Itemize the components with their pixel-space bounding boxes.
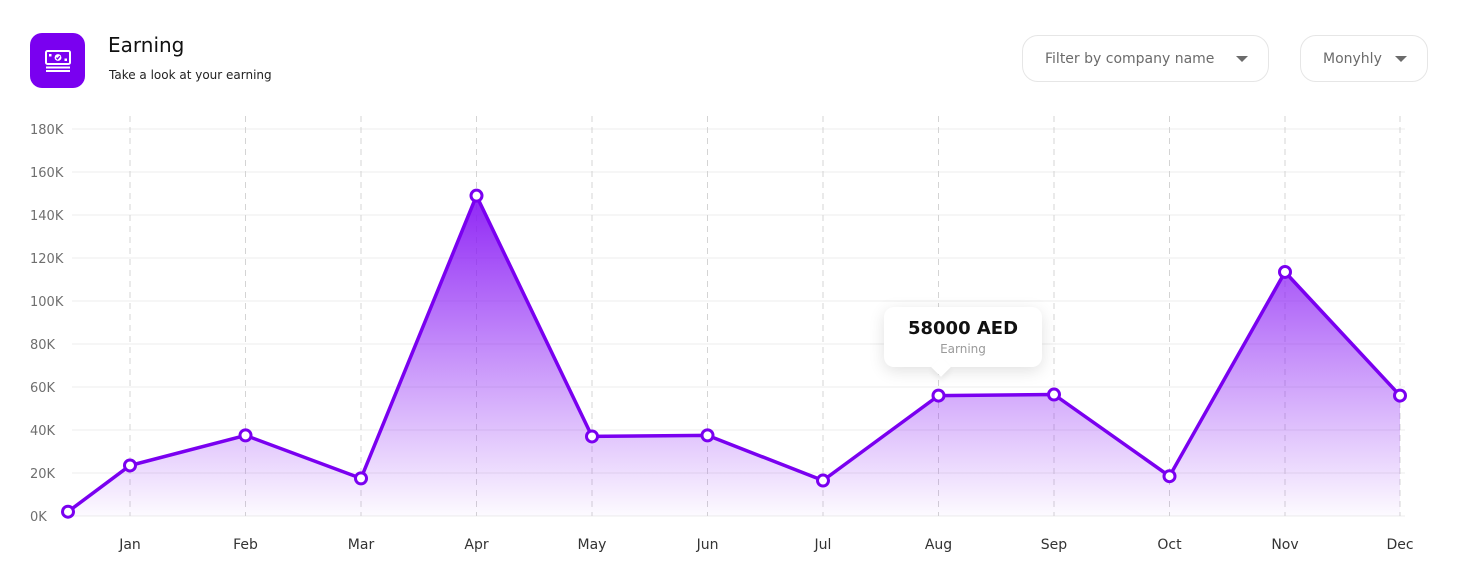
x-tick-label: Feb bbox=[233, 537, 258, 553]
y-tick-label: 120K bbox=[30, 252, 64, 267]
x-tick-label: Mar bbox=[348, 537, 375, 553]
data-point[interactable] bbox=[354, 471, 368, 486]
x-tick-label: May bbox=[578, 537, 607, 553]
y-tick-label: 180K bbox=[30, 123, 64, 138]
earning-area bbox=[68, 195, 1400, 516]
y-tick-label: 80K bbox=[30, 338, 56, 353]
x-tick-label: Jan bbox=[118, 537, 141, 553]
data-point[interactable] bbox=[931, 388, 946, 403]
data-point[interactable] bbox=[1047, 387, 1061, 402]
data-point[interactable] bbox=[123, 458, 137, 473]
y-tick-label: 140K bbox=[30, 209, 64, 224]
tooltip-value: 58000 AED bbox=[907, 318, 1019, 339]
x-tick-label: Aug bbox=[925, 537, 952, 553]
data-point[interactable] bbox=[585, 429, 599, 444]
x-tick-label: Apr bbox=[464, 537, 488, 553]
data-point[interactable] bbox=[816, 473, 830, 488]
x-tick-label: Sep bbox=[1041, 537, 1068, 553]
data-point[interactable] bbox=[1162, 469, 1177, 484]
data-point[interactable] bbox=[238, 428, 253, 443]
data-point[interactable] bbox=[700, 428, 715, 443]
earning-tooltip: 58000 AED Earning bbox=[884, 307, 1042, 377]
y-tick-label: 0K bbox=[30, 510, 47, 525]
y-axis: 0K 20K 40K 60K 80K 100K 120K 140K 160K 180K bbox=[30, 123, 64, 525]
data-point[interactable] bbox=[61, 504, 75, 519]
tooltip-label: Earning bbox=[940, 342, 986, 356]
y-tick-label: 60K bbox=[30, 381, 56, 396]
x-tick-label: Jun bbox=[696, 537, 719, 553]
data-point[interactable] bbox=[469, 188, 484, 203]
y-tick-label: 100K bbox=[30, 295, 64, 310]
x-tick-label: Oct bbox=[1157, 537, 1182, 553]
y-tick-label: 160K bbox=[30, 166, 64, 181]
y-tick-label: 40K bbox=[30, 424, 56, 439]
y-tick-label: 20K bbox=[30, 467, 56, 482]
x-tick-label: Nov bbox=[1271, 537, 1298, 553]
x-axis: Jan Feb Mar Apr May Jun Jul Aug Sep Oct Nov Dec bbox=[118, 537, 1413, 553]
data-point[interactable] bbox=[1393, 388, 1407, 403]
x-tick-label: Jul bbox=[814, 537, 832, 553]
earning-chart: 0K 20K 40K 60K 80K 100K 120K 140K 160K 180K Jan Fe… bbox=[30, 116, 1414, 553]
x-tick-label: Dec bbox=[1386, 537, 1413, 553]
data-point[interactable] bbox=[1278, 264, 1292, 279]
